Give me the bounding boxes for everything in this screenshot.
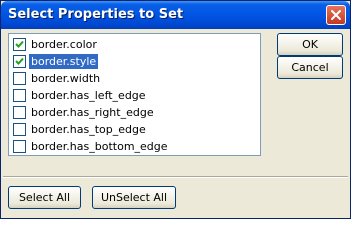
select-all-button[interactable]: Select All [8,186,81,209]
list-item[interactable]: border.color [11,36,259,53]
title-bar[interactable]: Select Properties to Set [1,1,350,29]
property-checkbox[interactable] [13,38,26,51]
list-item[interactable]: border.width [11,70,259,87]
property-checkbox[interactable] [13,140,26,153]
list-item[interactable]: border.has_top_edge [11,121,259,138]
property-checkbox[interactable] [13,72,26,85]
property-label: border.has_bottom_edge [31,140,168,153]
dialog-window: Select Properties to Set border.color bo… [0,0,351,219]
ok-button[interactable]: OK [277,33,343,56]
close-button[interactable] [326,5,346,25]
list-item[interactable]: border.has_right_edge [11,104,259,121]
property-label: border.has_right_edge [31,106,154,119]
list-item[interactable]: border.style [11,53,259,70]
unselect-all-button[interactable]: UnSelect All [92,186,176,209]
property-checkbox[interactable] [13,55,26,68]
divider [3,176,348,178]
property-label: border.has_top_edge [31,123,146,136]
list-item[interactable]: border.has_left_edge [11,87,259,104]
close-icon [331,10,341,20]
checkmark-icon [15,40,24,48]
property-label: border.has_left_edge [31,89,146,102]
cancel-button[interactable]: Cancel [277,56,343,79]
property-checkbox[interactable] [13,106,26,119]
property-checkbox[interactable] [13,123,26,136]
property-checkbox[interactable] [13,89,26,102]
property-label: border.color [31,38,97,51]
window-title: Select Properties to Set [8,7,184,22]
list-item[interactable]: border.has_bottom_edge [11,138,259,155]
checkmark-icon [15,57,24,65]
property-label: border.style [29,54,99,69]
property-label: border.width [31,72,101,85]
property-list[interactable]: border.color border.style border.width b… [8,33,261,156]
